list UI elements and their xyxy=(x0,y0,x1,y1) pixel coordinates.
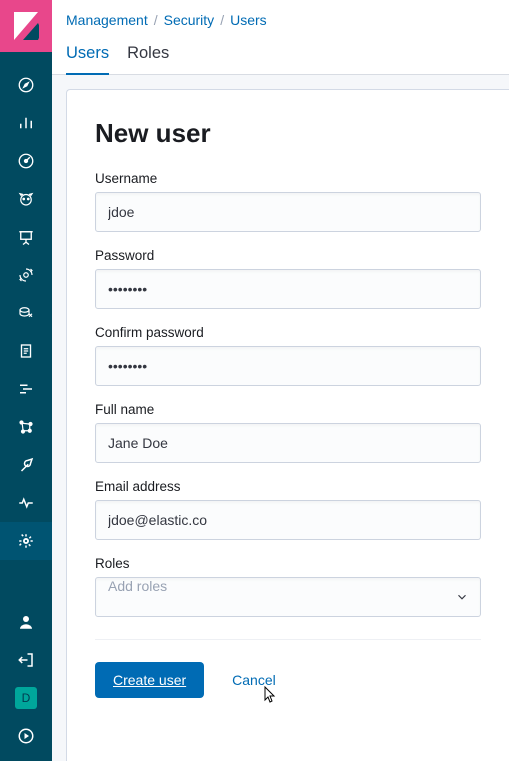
password-label: Password xyxy=(95,248,481,263)
roles-label: Roles xyxy=(95,556,481,571)
nav-collapse[interactable] xyxy=(0,717,52,755)
security-tabs: Users Roles xyxy=(52,34,509,75)
gear-icon xyxy=(17,532,35,550)
breadcrumb-users[interactable]: Users xyxy=(230,12,267,28)
sidebar-nav-top xyxy=(0,66,52,560)
confirm-password-input[interactable] xyxy=(95,346,481,386)
create-user-button[interactable]: Create user xyxy=(95,662,204,698)
nav-monitoring[interactable] xyxy=(0,484,52,522)
nav-ml[interactable] xyxy=(0,408,52,446)
nav-canvas[interactable] xyxy=(0,218,52,256)
user-icon xyxy=(17,613,35,631)
apm-icon xyxy=(17,380,35,398)
password-input[interactable] xyxy=(95,269,481,309)
compass-icon xyxy=(17,76,35,94)
breadcrumb-management[interactable]: Management xyxy=(66,12,148,28)
gauge-icon xyxy=(17,152,35,170)
confirm-password-label: Confirm password xyxy=(95,325,481,340)
nav-infra[interactable] xyxy=(0,294,52,332)
kibana-logo-icon xyxy=(13,11,39,41)
nav-logs[interactable] xyxy=(0,332,52,370)
cancel-button[interactable]: Cancel xyxy=(232,672,276,688)
infra-icon xyxy=(17,304,35,322)
nav-logout[interactable] xyxy=(0,641,52,679)
main-content: Management / Security / Users Users Role… xyxy=(52,0,509,761)
nav-apm[interactable] xyxy=(0,370,52,408)
sidebar-nav-bottom: D xyxy=(0,603,52,755)
nav-devtools[interactable] xyxy=(0,446,52,484)
username-label: Username xyxy=(95,171,481,186)
logs-icon xyxy=(17,342,35,360)
ml-icon xyxy=(17,418,35,436)
email-input[interactable] xyxy=(95,500,481,540)
form-divider xyxy=(95,639,481,640)
page-title: New user xyxy=(95,118,481,149)
app-sidebar: D xyxy=(0,0,52,761)
form-actions: Create user Cancel xyxy=(95,662,481,698)
nav-profile-badge[interactable]: D xyxy=(0,679,52,717)
nav-maps[interactable] xyxy=(0,256,52,294)
nav-dashboard[interactable] xyxy=(0,142,52,180)
nav-timelion[interactable] xyxy=(0,180,52,218)
tab-roles[interactable]: Roles xyxy=(127,38,169,75)
play-circle-icon xyxy=(17,727,35,745)
mouse-cursor-icon xyxy=(259,686,277,708)
breadcrumb-security[interactable]: Security xyxy=(164,12,215,28)
nav-discover[interactable] xyxy=(0,66,52,104)
bar-chart-icon xyxy=(17,114,35,132)
canvas-icon xyxy=(17,228,35,246)
email-label: Email address xyxy=(95,479,481,494)
logout-icon xyxy=(17,651,35,669)
fullname-label: Full name xyxy=(95,402,481,417)
tab-users[interactable]: Users xyxy=(66,38,109,75)
heartbeat-icon xyxy=(17,494,35,512)
new-user-panel: New user Username Password Confirm passw… xyxy=(66,89,509,761)
breadcrumb: Management / Security / Users xyxy=(52,0,509,34)
breadcrumb-separator: / xyxy=(154,12,158,28)
nav-account[interactable] xyxy=(0,603,52,641)
circular-arrows-icon xyxy=(17,266,35,284)
timelion-icon xyxy=(17,190,35,208)
fullname-input[interactable] xyxy=(95,423,481,463)
wrench-icon xyxy=(17,456,35,474)
profile-initial-badge: D xyxy=(15,687,37,709)
nav-visualize[interactable] xyxy=(0,104,52,142)
kibana-logo[interactable] xyxy=(0,0,52,52)
breadcrumb-separator: / xyxy=(220,12,224,28)
nav-management[interactable] xyxy=(0,522,52,560)
content-area: New user Username Password Confirm passw… xyxy=(52,75,509,761)
username-input[interactable] xyxy=(95,192,481,232)
roles-combobox[interactable]: Add roles xyxy=(95,577,481,617)
